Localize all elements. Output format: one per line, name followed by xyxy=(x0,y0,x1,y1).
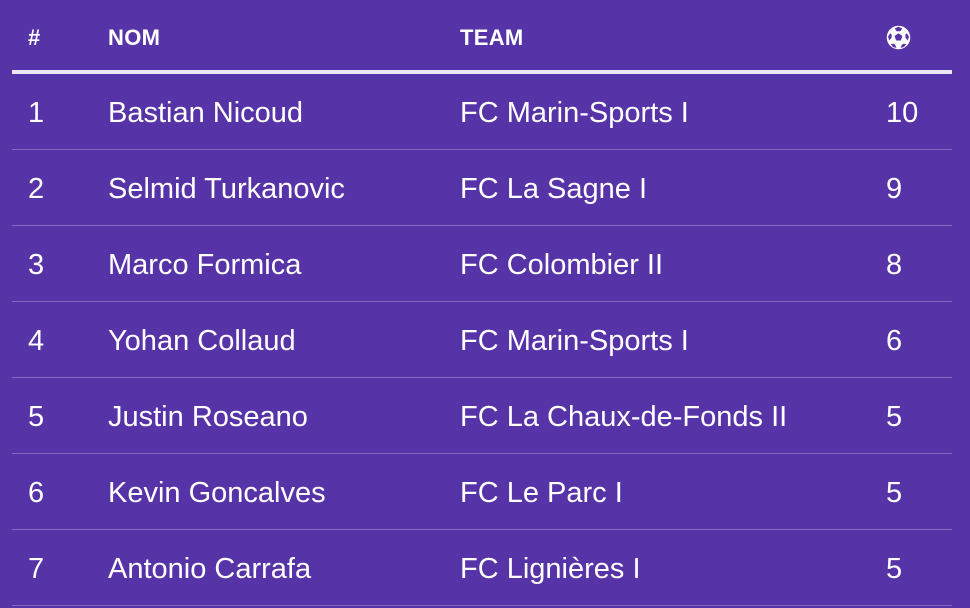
rank-cell: 2 xyxy=(28,173,45,205)
goals-cell: 6 xyxy=(886,325,903,357)
team-cell: FC Le Parc I xyxy=(460,477,623,509)
header-rank[interactable]: # xyxy=(28,25,41,51)
header-name[interactable]: NOM xyxy=(108,25,160,51)
team-cell: FC Marin-Sports I xyxy=(460,97,689,129)
player-name-cell: Marco Formica xyxy=(108,249,302,281)
goals-cell: 5 xyxy=(886,477,903,509)
rank-cell: 4 xyxy=(28,325,45,357)
goals-cell: 9 xyxy=(886,173,903,205)
team-cell: FC Colombier II xyxy=(460,249,664,281)
goals-cell: 10 xyxy=(886,97,919,129)
rank-cell: 5 xyxy=(28,401,45,433)
player-name-cell: Yohan Collaud xyxy=(108,325,296,357)
table-row[interactable]: 7 Antonio Carrafa FC Lignières I 5 xyxy=(12,530,952,606)
header-team[interactable]: TEAM xyxy=(460,25,524,51)
table-row[interactable]: 6 Kevin Goncalves FC Le Parc I 5 xyxy=(12,454,952,530)
scorers-table: # NOM TEAM 1 Bastian Nicoud FC Marin-Sport… xyxy=(12,0,952,606)
rank-cell: 6 xyxy=(28,477,45,509)
soccer-ball-icon[interactable] xyxy=(886,25,911,50)
player-name-cell: Bastian Nicoud xyxy=(108,97,304,129)
player-name-cell: Kevin Goncalves xyxy=(108,477,326,509)
player-name-cell: Justin Roseano xyxy=(108,401,308,433)
table-row[interactable]: 2 Selmid Turkanovic FC La Sagne I 9 xyxy=(12,150,952,226)
goals-cell: 5 xyxy=(886,401,903,433)
rank-cell: 7 xyxy=(28,553,45,585)
rank-cell: 3 xyxy=(28,249,45,281)
table-row[interactable]: 3 Marco Formica FC Colombier II 8 xyxy=(12,226,952,302)
table-row[interactable]: 1 Bastian Nicoud FC Marin-Sports I 10 xyxy=(12,74,952,150)
table-row[interactable]: 4 Yohan Collaud FC Marin-Sports I 6 xyxy=(12,302,952,378)
player-name-cell: Selmid Turkanovic xyxy=(108,173,345,205)
table-header: # NOM TEAM xyxy=(12,0,952,74)
team-cell: FC La Chaux-de-Fonds II xyxy=(460,401,788,433)
table-body: 1 Bastian Nicoud FC Marin-Sports I 10 2 Selmi… xyxy=(12,74,952,606)
goals-cell: 5 xyxy=(886,553,903,585)
team-cell: FC Marin-Sports I xyxy=(460,325,689,357)
table-row[interactable]: 5 Justin Roseano FC La Chaux-de-Fonds II 5 xyxy=(12,378,952,454)
player-name-cell: Antonio Carrafa xyxy=(108,553,312,585)
rank-cell: 1 xyxy=(28,97,45,129)
team-cell: FC Lignières I xyxy=(460,553,641,585)
goals-cell: 8 xyxy=(886,249,903,281)
team-cell: FC La Sagne I xyxy=(460,173,647,205)
